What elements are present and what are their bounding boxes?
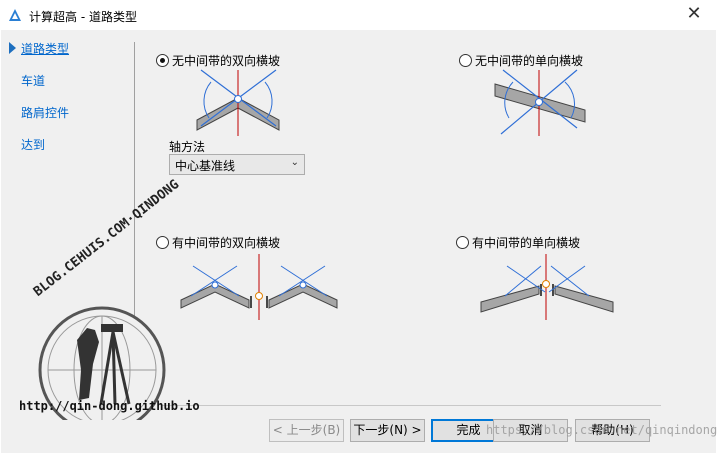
close-button[interactable]: ✕: [671, 0, 717, 30]
option-label: 有中间带的单向横坡: [472, 236, 581, 250]
radio-button-checked[interactable]: [156, 54, 169, 67]
nav-item-lanes[interactable]: 车道: [21, 72, 45, 89]
option-label: 无中间带的单向横坡: [475, 54, 584, 68]
axis-method-value: 中心基准线: [175, 159, 236, 173]
dialog-body: 道路类型 车道 路肩控件 达到 无中间带的双向横坡 无中间带的单向横坡 轴方法 …: [1, 30, 717, 453]
undivided-crowned-diagram: [196, 69, 280, 136]
nav-item-road-type[interactable]: 道路类型: [21, 40, 69, 57]
watermark-url: http://qin-dong.github.io: [19, 399, 200, 413]
back-button[interactable]: < 上一步(B): [269, 419, 344, 442]
divided-planar-diagram: [480, 254, 614, 320]
window-title: 计算超高 - 道路类型: [29, 10, 137, 24]
option-divided-planar[interactable]: 有中间带的单向横坡: [456, 234, 580, 251]
undivided-planar-diagram: [494, 69, 586, 136]
radio-button[interactable]: [156, 236, 169, 249]
nav-item-attainment[interactable]: 达到: [21, 136, 45, 153]
option-undivided-crowned[interactable]: 无中间带的双向横坡: [156, 52, 280, 69]
radio-button[interactable]: [456, 236, 469, 249]
app-logo-icon: [9, 9, 21, 21]
title-bar: 计算超高 - 道路类型 ✕: [0, 0, 717, 30]
axis-method-label: 轴方法: [169, 140, 206, 154]
option-label: 无中间带的双向横坡: [172, 54, 281, 68]
current-step-arrow-icon: [9, 42, 16, 54]
option-label: 有中间带的双向横坡: [172, 236, 281, 250]
divided-crowned-diagram: [180, 254, 338, 320]
footer-divider: [161, 405, 661, 406]
nav-item-shoulder-control[interactable]: 路肩控件: [21, 104, 69, 121]
axis-method-dropdown[interactable]: 中心基准线 ⌄: [169, 154, 305, 175]
next-button[interactable]: 下一步(N) >: [350, 419, 425, 442]
radio-button[interactable]: [459, 54, 472, 67]
option-undivided-planar[interactable]: 无中间带的单向横坡: [459, 52, 583, 69]
csdn-watermark: https://blog.csdn.net/qinqindong: [486, 423, 717, 437]
option-divided-crowned[interactable]: 有中间带的双向横坡: [156, 234, 280, 251]
chevron-down-icon: ⌄: [290, 157, 299, 168]
